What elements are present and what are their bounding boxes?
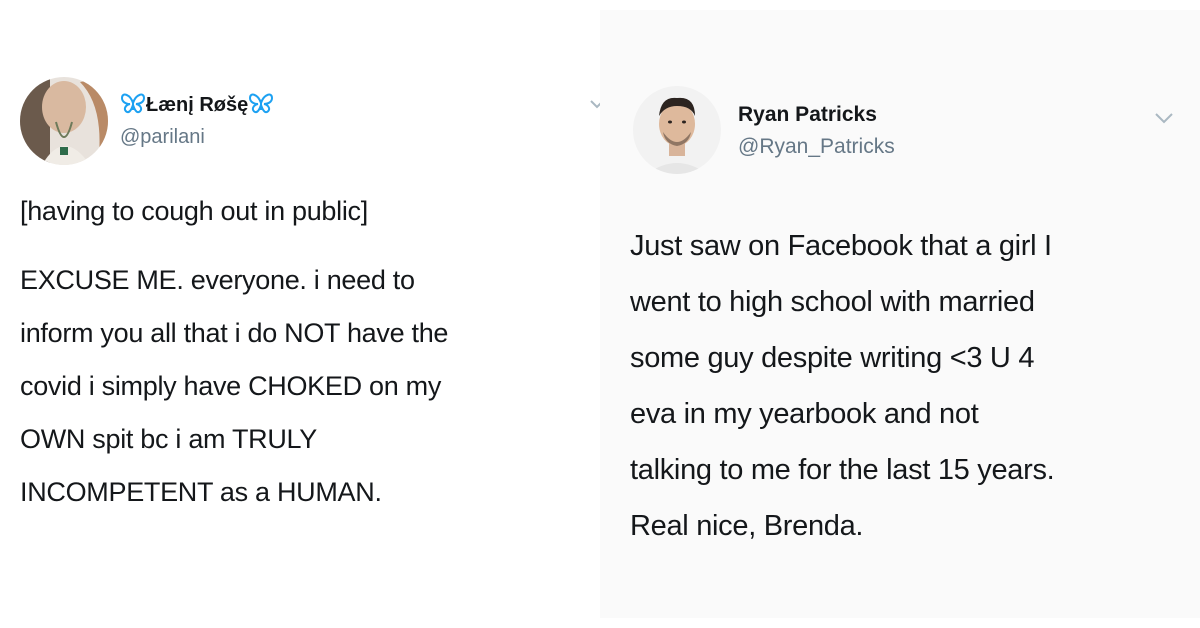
tweet-text-line: [having to cough out in public]	[20, 196, 368, 226]
tweet-text-line: INCOMPETENT as a HUMAN.	[20, 477, 382, 507]
tweet-text-line: talking to me for the last 15 years.	[630, 454, 1055, 486]
display-name[interactable]: Ryan Patricks	[738, 103, 877, 127]
avatar[interactable]	[633, 86, 721, 174]
avatar[interactable]	[20, 77, 108, 165]
meme-canvas: Łænį Røšę @parilani [having to cough out…	[0, 0, 1200, 628]
display-name[interactable]: Łænį Røšę	[120, 92, 274, 117]
tweet-text-line: Real nice, Brenda.	[630, 510, 864, 542]
tweet-card-right: Ryan Patricks @Ryan_Patricks Just saw on…	[600, 10, 1200, 618]
display-name-text: Łænį Røšę	[146, 94, 249, 116]
butterfly-icon	[120, 93, 146, 114]
chevron-down-icon[interactable]	[1155, 113, 1173, 125]
avatar-image	[20, 77, 108, 165]
tweet-text-line: EXCUSE ME. everyone. i need to	[20, 265, 415, 295]
tweet-text-line: Just saw on Facebook that a girl I	[630, 230, 1052, 262]
tweet-text-line: covid i simply have CHOKED on my	[20, 371, 442, 401]
tweet-text-line: eva in my yearbook and not	[630, 398, 979, 430]
avatar-image	[633, 86, 721, 174]
handle[interactable]: @parilani	[120, 126, 205, 149]
tweet-text-line: OWN spit bc i am TRULY	[20, 424, 317, 454]
tweet-text-line: some guy despite writing <3 U 4	[630, 342, 1035, 374]
tweet-text-line: inform you all that i do NOT have the	[20, 318, 449, 348]
handle[interactable]: @Ryan_Patricks	[738, 135, 895, 159]
tweet-text-line: went to high school with married	[630, 286, 1035, 318]
tweet-card-left: Łænį Røšę @parilani [having to cough out…	[0, 0, 604, 628]
butterfly-icon	[249, 93, 274, 114]
